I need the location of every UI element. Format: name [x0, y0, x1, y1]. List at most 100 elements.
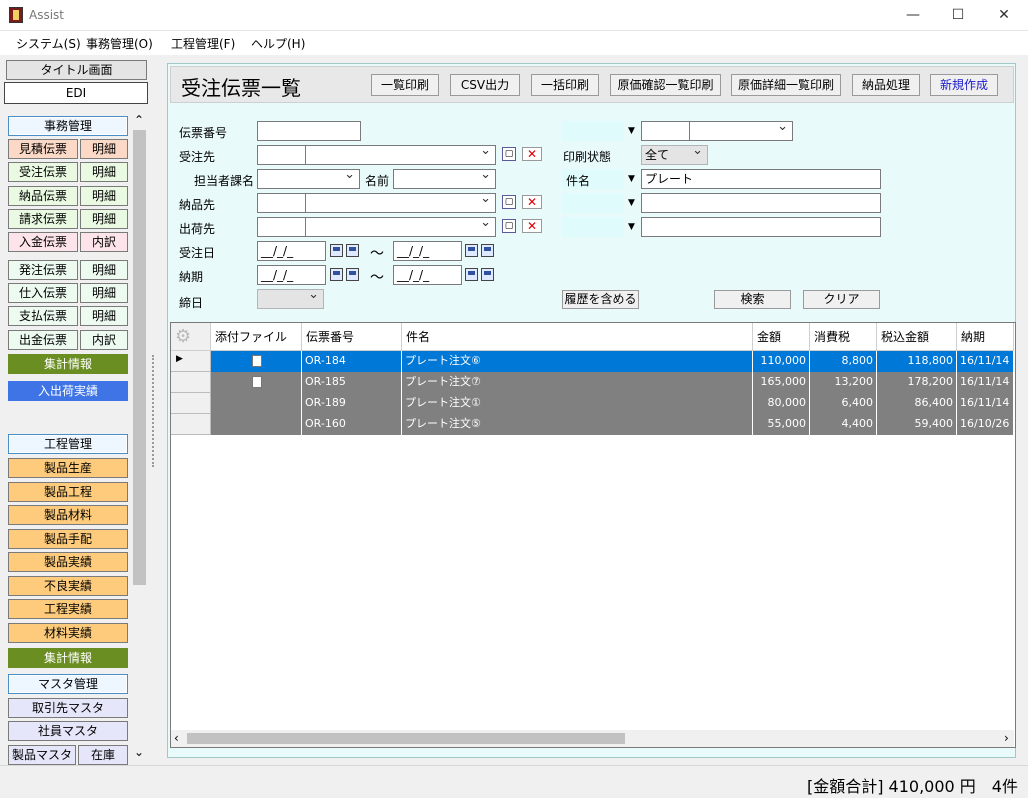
list-print-button[interactable]: 一覧印刷: [371, 74, 439, 96]
process-item-0[interactable]: 製品生産: [8, 458, 128, 478]
scroll-left-icon[interactable]: ‹: [174, 731, 179, 745]
grid-hscroll-thumb[interactable]: [187, 733, 625, 744]
attachment-cell[interactable]: [211, 393, 302, 414]
nav-item-6[interactable]: 仕入伝票: [8, 283, 78, 303]
nav-detail-8[interactable]: 内訳: [80, 330, 128, 350]
cell-due[interactable]: 16/11/14: [957, 393, 1014, 414]
cell-due[interactable]: 16/11/14: [957, 351, 1014, 372]
nav-item-4[interactable]: 入金伝票: [8, 232, 78, 252]
cell-subject[interactable]: プレート注文⑥: [402, 351, 753, 372]
customer-clear-icon[interactable]: ✕: [522, 147, 542, 161]
cell-due[interactable]: 16/10/26: [957, 414, 1014, 435]
cell-tax[interactable]: 13,200: [810, 372, 877, 393]
row-header[interactable]: [171, 393, 211, 414]
nav-detail-6[interactable]: 明細: [80, 283, 128, 303]
cell-tax[interactable]: 6,400: [810, 393, 877, 414]
calendar-icon[interactable]: [481, 244, 494, 257]
cell-subject[interactable]: プレート注文⑤: [402, 414, 753, 435]
menu-process[interactable]: 工程管理(F): [171, 35, 235, 52]
attachment-cell[interactable]: [211, 351, 302, 372]
nav-detail-2[interactable]: 明細: [80, 186, 128, 206]
nav-detail-3[interactable]: 明細: [80, 209, 128, 229]
process-item-1[interactable]: 製品工程: [8, 481, 128, 502]
nav-item-3[interactable]: 請求伝票: [8, 209, 78, 229]
cell-no[interactable]: OR-185: [302, 372, 402, 393]
ship-code-input[interactable]: [257, 217, 306, 237]
edi-button[interactable]: EDI: [4, 82, 148, 104]
cell-total[interactable]: 59,400: [877, 414, 957, 435]
calendar-icon[interactable]: [465, 268, 478, 281]
cell-no[interactable]: OR-189: [302, 393, 402, 414]
extra-select[interactable]: [689, 121, 793, 141]
cell-amount[interactable]: 165,000: [753, 372, 810, 393]
customer-select[interactable]: [305, 145, 496, 165]
scroll-up-icon[interactable]: ⌃: [134, 113, 144, 127]
document-icon[interactable]: [252, 355, 262, 367]
title-screen-button[interactable]: タイトル画面: [6, 60, 147, 80]
product-master-button[interactable]: 製品マスタ: [8, 745, 76, 765]
scroll-down-icon[interactable]: ⌄: [134, 745, 144, 759]
dept-select[interactable]: [257, 169, 360, 189]
csv-export-button[interactable]: CSV出力: [450, 74, 520, 96]
attachment-cell[interactable]: [211, 414, 302, 435]
customer-code-input[interactable]: [257, 145, 306, 165]
ship-search-icon[interactable]: ▢: [502, 219, 516, 233]
nav-detail-4[interactable]: 内訳: [80, 232, 128, 252]
cost-check-print-button[interactable]: 原価確認一覧印刷: [610, 74, 721, 96]
extra-code-input[interactable]: [641, 121, 690, 141]
nav-item-0[interactable]: 見積伝票: [8, 139, 78, 159]
row-header[interactable]: ▶: [171, 351, 211, 372]
clear-button[interactable]: クリア: [803, 290, 880, 309]
close-button[interactable]: ✕: [981, 0, 1027, 31]
scroll-right-icon[interactable]: ›: [1004, 731, 1009, 745]
delivery-process-button[interactable]: 納品処理: [852, 74, 920, 96]
cell-total[interactable]: 178,200: [877, 372, 957, 393]
include-history-button[interactable]: 履歴を含める: [562, 290, 639, 309]
customer-search-icon[interactable]: ▢: [502, 147, 516, 161]
menu-system[interactable]: システム(S): [16, 35, 81, 52]
extra-input-3[interactable]: [641, 217, 881, 237]
dropdown-arrow-icon[interactable]: ▼: [628, 198, 635, 208]
cell-due[interactable]: 16/11/14: [957, 372, 1014, 393]
nav-item-5[interactable]: 発注伝票: [8, 260, 78, 280]
extra-field-select-3[interactable]: [562, 217, 624, 237]
document-icon[interactable]: [252, 376, 262, 388]
cell-total[interactable]: 86,400: [877, 393, 957, 414]
name-select[interactable]: [393, 169, 496, 189]
nav-detail-0[interactable]: 明細: [80, 139, 128, 159]
cell-amount[interactable]: 55,000: [753, 414, 810, 435]
cell-amount[interactable]: 110,000: [753, 351, 810, 372]
employee-master-button[interactable]: 社員マスタ: [8, 721, 128, 741]
col-due[interactable]: 納期: [957, 323, 1014, 351]
cell-no[interactable]: OR-160: [302, 414, 402, 435]
process-item-7[interactable]: 材料実績: [8, 622, 128, 643]
calendar-icon[interactable]: [346, 268, 359, 281]
nav-detail-5[interactable]: 明細: [80, 260, 128, 280]
process-management-header[interactable]: 工程管理: [8, 434, 128, 454]
ship-clear-icon[interactable]: ✕: [522, 219, 542, 233]
delivery-code-input[interactable]: [257, 193, 306, 213]
col-amount[interactable]: 金額: [753, 323, 810, 351]
row-header[interactable]: [171, 372, 211, 393]
due-date-to-input[interactable]: __/_/_: [393, 265, 462, 285]
process-item-5[interactable]: 不良実績: [8, 575, 128, 596]
menu-office[interactable]: 事務管理(O): [86, 35, 153, 52]
shipping-record-button[interactable]: 入出荷実績: [8, 381, 128, 401]
extra-field-select-2[interactable]: [562, 193, 624, 213]
cell-amount[interactable]: 80,000: [753, 393, 810, 414]
col-slip-no[interactable]: 伝票番号: [302, 323, 402, 351]
calendar-icon[interactable]: [346, 244, 359, 257]
stock-button[interactable]: 在庫: [78, 745, 128, 765]
nav-detail-1[interactable]: 明細: [80, 162, 128, 182]
closing-select[interactable]: [257, 289, 324, 309]
nav-item-1[interactable]: 受注伝票: [8, 162, 78, 182]
nav-scroll-thumb[interactable]: [133, 130, 146, 585]
col-attachment[interactable]: 添付ファイル: [211, 323, 302, 351]
summary-info-button[interactable]: 集計情報: [8, 354, 128, 374]
delivery-search-icon[interactable]: ▢: [502, 195, 516, 209]
process-item-4[interactable]: 製品実績: [8, 552, 128, 572]
cost-detail-print-button[interactable]: 原価詳細一覧印刷: [731, 74, 841, 96]
cell-tax[interactable]: 8,800: [810, 351, 877, 372]
grid-settings-icon[interactable]: ⚙: [171, 323, 211, 351]
nav-detail-7[interactable]: 明細: [80, 306, 128, 326]
